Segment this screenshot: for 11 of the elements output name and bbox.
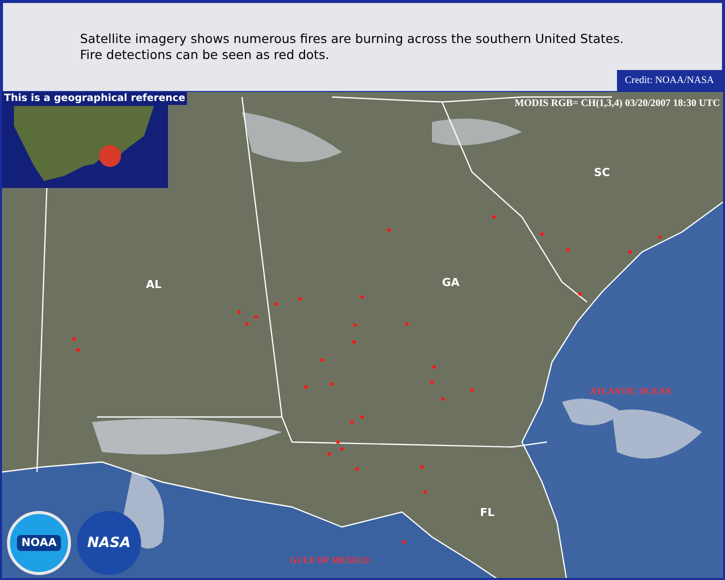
timestamp-label: MODIS RGB= CH(1,3,4) 03/20/2007 18:30 UTC [514,97,720,111]
credit-label: Credit: NOAA/NASA [616,70,722,91]
state-label: AL [146,277,162,293]
water-label: GULF OF MEXICO [290,554,370,567]
state-label: SC [594,165,610,181]
state-label: GA [442,275,460,291]
state-label: FL [480,505,495,521]
caption-text: Fire detections can be seen as red dots. [80,47,330,63]
inset-caption: This is a geographical reference [2,92,188,105]
water-label: ATLANTIC OCEAN [590,385,672,398]
caption-text: Satellite imagery shows numerous fires are burning across the southern United States. [80,31,625,47]
